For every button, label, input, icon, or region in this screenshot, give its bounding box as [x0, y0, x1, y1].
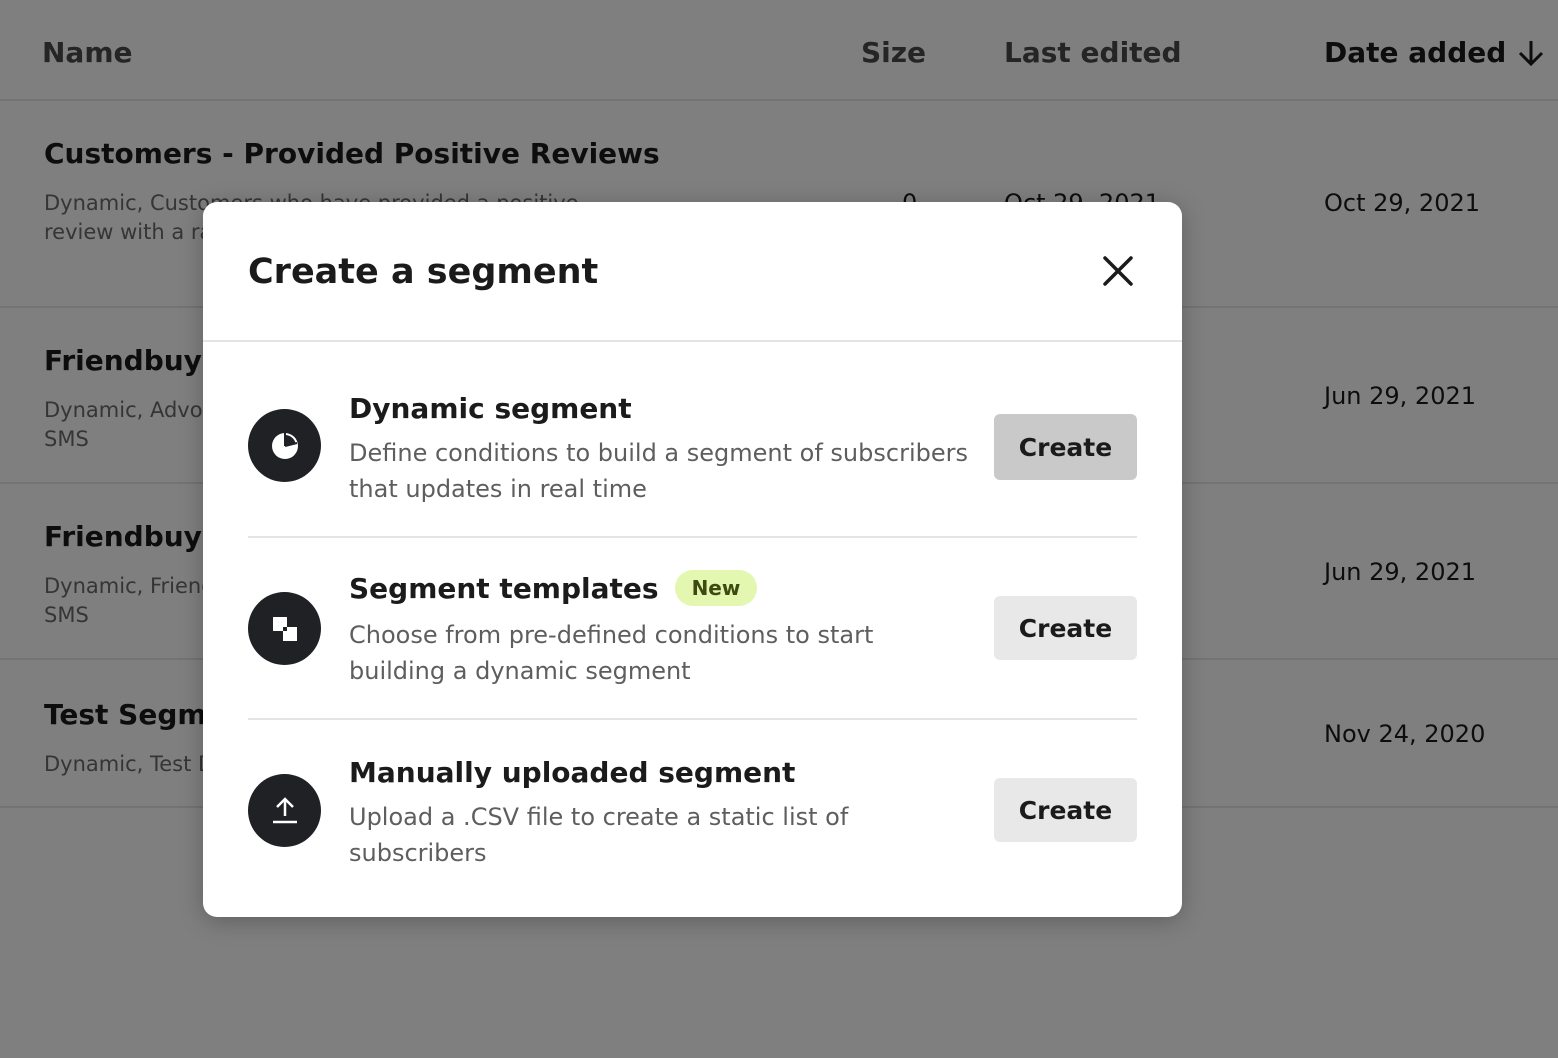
option-title-text: Segment templates	[349, 571, 659, 605]
pie-chart-icon	[248, 409, 321, 482]
option-dynamic-segment: Dynamic segment Define conditions to bui…	[248, 342, 1137, 538]
option-description: Upload a .CSV file to create a static li…	[349, 803, 849, 867]
option-title: Dynamic segment	[349, 392, 632, 425]
modal-header: Create a segment	[203, 202, 1182, 342]
segments-page: Name Size Last edited Date added Custome…	[0, 0, 1558, 1058]
modal-title: Create a segment	[248, 252, 599, 292]
option-description: Define conditions to build a segment of …	[349, 439, 968, 503]
close-button[interactable]	[1097, 250, 1139, 292]
option-title-text: Manually uploaded segment	[349, 756, 796, 789]
option-title: Manually uploaded segment	[349, 756, 795, 789]
option-description: Choose from pre-defined conditions to st…	[349, 621, 874, 685]
create-segment-modal: Create a segment Dynamic segment Define …	[203, 202, 1182, 917]
option-segment-templates: Segment templates New Choose from pre-de…	[248, 538, 1137, 720]
upload-icon	[248, 774, 321, 847]
option-title-text: Dynamic segment	[349, 392, 632, 425]
template-icon	[248, 592, 321, 665]
close-icon	[1103, 256, 1133, 286]
create-dynamic-segment-button[interactable]: Create	[994, 414, 1137, 480]
create-segment-template-button[interactable]: Create	[994, 596, 1137, 660]
option-manual-upload: Manually uploaded segment Upload a .CSV …	[248, 720, 1137, 917]
option-title: Segment templates New	[349, 570, 758, 606]
create-uploaded-segment-button[interactable]: Create	[994, 778, 1137, 842]
new-badge: New	[674, 570, 758, 606]
